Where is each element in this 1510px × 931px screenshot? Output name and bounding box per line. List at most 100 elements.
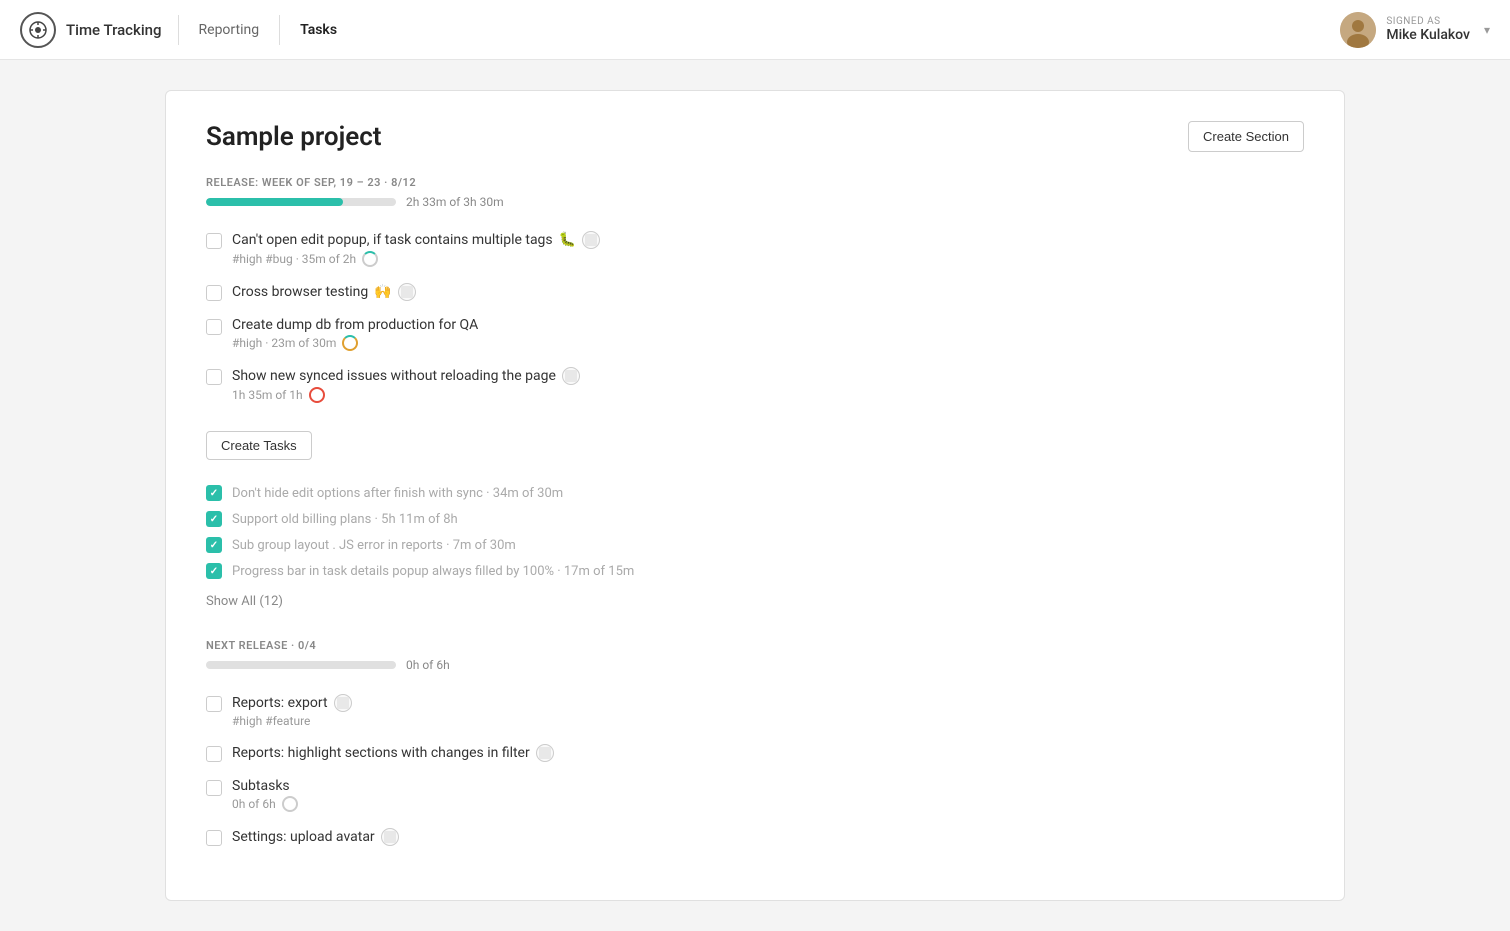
user-name: Mike Kulakov xyxy=(1386,27,1470,43)
task-time-t7: 0h of 6h xyxy=(232,797,276,811)
header-divider-1 xyxy=(178,15,179,45)
task-info-t2: Cross browser testing 🙌 xyxy=(232,283,1304,301)
app-name-label: Time Tracking xyxy=(66,21,162,39)
task-title-row-t2: Cross browser testing 🙌 xyxy=(232,283,1304,301)
task-time-t4: 1h 35m of 1h xyxy=(232,388,303,402)
table-row: Cross browser testing 🙌 xyxy=(206,275,1304,309)
task-name-t2: Cross browser testing xyxy=(232,284,368,300)
nav-tasks[interactable]: Tasks xyxy=(296,22,341,38)
progress-bar-track-2 xyxy=(206,661,396,669)
project-title: Sample project xyxy=(206,122,382,152)
progress-bar-track-1 xyxy=(206,198,396,206)
task-emoji-t1: 🐛 xyxy=(559,232,576,248)
main-content: Sample project Create Section RELEASE: W… xyxy=(0,60,1510,931)
table-row: Show new synced issues without reloading… xyxy=(206,359,1304,411)
table-row: Can't open edit popup, if task contains … xyxy=(206,223,1304,275)
checkmark-ct3: ✓ xyxy=(210,540,218,551)
progress-time-1: 2h 33m of 3h 30m xyxy=(406,195,504,209)
project-header: Sample project Create Section xyxy=(206,121,1304,152)
task-name-t4: Show new synced issues without reloading… xyxy=(232,368,556,384)
progress-bar-fill-1 xyxy=(206,198,343,206)
task-emoji-t2: 🙌 xyxy=(374,284,391,300)
task-checkbox-t8[interactable] xyxy=(206,830,222,846)
completed-checkbox-ct2[interactable]: ✓ xyxy=(206,511,222,527)
create-tasks-button[interactable]: Create Tasks xyxy=(206,431,312,460)
task-list-2: Reports: export #high #feature Reports: … xyxy=(206,686,1304,854)
task-name-t6: Reports: highlight sections with changes… xyxy=(232,745,530,761)
task-tags-t3: #high · 23m of 30m xyxy=(232,336,336,350)
task-checkbox-t6[interactable] xyxy=(206,746,222,762)
task-timer-btn-t8[interactable] xyxy=(381,828,399,846)
task-sub-t3: #high · 23m of 30m xyxy=(232,335,1304,351)
task-timer-btn-t6[interactable] xyxy=(536,744,554,762)
header-right: SIGNED AS Mike Kulakov ▾ xyxy=(1340,12,1490,48)
nav-reporting[interactable]: Reporting xyxy=(195,22,264,38)
task-title-row-t6: Reports: highlight sections with changes… xyxy=(232,744,1304,762)
completed-task-text-ct3: Sub group layout . JS error in reports ·… xyxy=(232,538,516,553)
task-title-row-t4: Show new synced issues without reloading… xyxy=(232,367,1304,385)
checkmark-ct1: ✓ xyxy=(210,488,218,499)
show-all-link[interactable]: Show All (12) xyxy=(206,594,283,609)
task-sub-t4: 1h 35m of 1h xyxy=(232,387,1304,403)
task-timer-circle-t4 xyxy=(309,387,325,403)
signed-as-block: SIGNED AS Mike Kulakov xyxy=(1386,16,1470,43)
completed-checkbox-ct1[interactable]: ✓ xyxy=(206,485,222,501)
signed-as-label: SIGNED AS xyxy=(1386,16,1440,27)
task-name-t7: Subtasks xyxy=(232,778,290,794)
task-name-t5: Reports: export xyxy=(232,695,328,711)
table-row: Create dump db from production for QA #h… xyxy=(206,309,1304,359)
task-timer-circle-t7 xyxy=(282,796,298,812)
table-row: Reports: export #high #feature xyxy=(206,686,1304,736)
task-info-t3: Create dump db from production for QA #h… xyxy=(232,317,1304,351)
checkmark-ct4: ✓ xyxy=(210,566,218,577)
task-info-t8: Settings: upload avatar xyxy=(232,828,1304,846)
app-logo[interactable]: Time Tracking xyxy=(20,12,162,48)
task-info-t5: Reports: export #high #feature xyxy=(232,694,1304,728)
task-tags-t5: #high #feature xyxy=(232,714,310,728)
section-1-header: RELEASE: WEEK OF SEP, 19 – 23 · 8/12 2h … xyxy=(206,176,1304,209)
task-timer-btn-t1[interactable] xyxy=(582,231,600,249)
task-checkbox-t1[interactable] xyxy=(206,233,222,249)
task-timer-circle-t1 xyxy=(362,251,378,267)
section-2-header: NEXT RELEASE · 0/4 0h of 6h xyxy=(206,639,1304,672)
completed-checkbox-ct3[interactable]: ✓ xyxy=(206,537,222,553)
header-divider-2 xyxy=(279,15,280,45)
completed-checkbox-ct4[interactable]: ✓ xyxy=(206,563,222,579)
section-1-label: RELEASE: WEEK OF SEP, 19 – 23 · 8/12 xyxy=(206,176,1304,189)
checkmark-ct2: ✓ xyxy=(210,514,218,525)
completed-task-text-ct2: Support old billing plans · 5h 11m of 8h xyxy=(232,512,458,527)
table-row: Settings: upload avatar xyxy=(206,820,1304,854)
table-row: Subtasks 0h of 6h xyxy=(206,770,1304,820)
task-info-t6: Reports: highlight sections with changes… xyxy=(232,744,1304,762)
task-name-t1: Can't open edit popup, if task contains … xyxy=(232,232,553,248)
section-2-label: NEXT RELEASE · 0/4 xyxy=(206,639,1304,652)
create-section-button[interactable]: Create Section xyxy=(1188,121,1304,152)
task-checkbox-t3[interactable] xyxy=(206,319,222,335)
app-header: Time Tracking Reporting Tasks SIGNED AS … xyxy=(0,0,1510,60)
task-checkbox-t4[interactable] xyxy=(206,369,222,385)
task-timer-btn-t5[interactable] xyxy=(334,694,352,712)
completed-tasks-list: ✓ Don't hide edit options after finish w… xyxy=(206,480,1304,584)
task-timer-btn-t4[interactable] xyxy=(562,367,580,385)
task-info-t1: Can't open edit popup, if task contains … xyxy=(232,231,1304,267)
list-item: ✓ Don't hide edit options after finish w… xyxy=(206,480,1304,506)
logo-icon xyxy=(20,12,56,48)
task-sub-t1: #high #bug · 35m of 2h xyxy=(232,251,1304,267)
task-name-t8: Settings: upload avatar xyxy=(232,829,375,845)
user-dropdown-arrow[interactable]: ▾ xyxy=(1484,23,1490,37)
section-1-progress: 2h 33m of 3h 30m xyxy=(206,195,1304,209)
task-checkbox-t2[interactable] xyxy=(206,285,222,301)
list-item: ✓ Support old billing plans · 5h 11m of … xyxy=(206,506,1304,532)
task-timer-btn-t2[interactable] xyxy=(398,283,416,301)
list-item: ✓ Progress bar in task details popup alw… xyxy=(206,558,1304,584)
list-item: ✓ Sub group layout . JS error in reports… xyxy=(206,532,1304,558)
task-tags-t1: #high #bug · 35m of 2h xyxy=(232,252,356,266)
progress-time-2: 0h of 6h xyxy=(406,658,450,672)
task-sub-t5: #high #feature xyxy=(232,714,1304,728)
task-checkbox-t5[interactable] xyxy=(206,696,222,712)
completed-task-text-ct1: Don't hide edit options after finish wit… xyxy=(232,486,563,501)
task-title-row-t7: Subtasks xyxy=(232,778,1304,794)
task-checkbox-t7[interactable] xyxy=(206,780,222,796)
task-info-t7: Subtasks 0h of 6h xyxy=(232,778,1304,812)
task-title-row-t1: Can't open edit popup, if task contains … xyxy=(232,231,1304,249)
